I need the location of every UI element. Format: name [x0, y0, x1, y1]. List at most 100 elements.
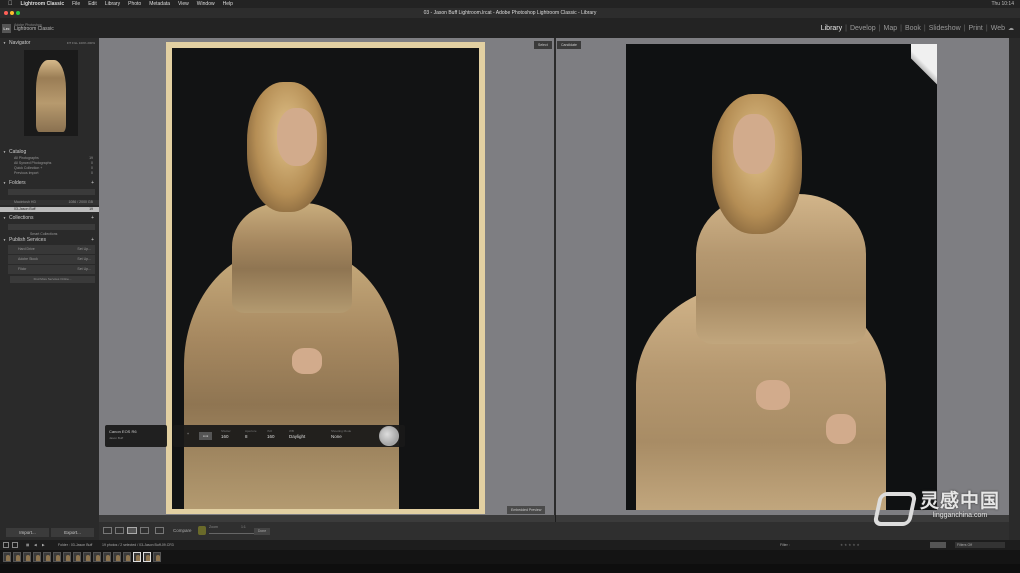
import-button[interactable]: Import... [6, 528, 49, 537]
navigator-preview[interactable] [24, 50, 78, 136]
window-titlebar: 03 - Jason Buff Lightroom.lrcat - Adobe … [0, 8, 1020, 18]
nav-zoom-fill[interactable]: FILL [72, 41, 78, 45]
module-print[interactable]: Print [968, 25, 982, 32]
add-publish-icon[interactable]: + [91, 237, 94, 244]
add-folder-icon[interactable]: + [91, 180, 94, 187]
rating-filter-stars[interactable]: ★★★★★ [840, 540, 861, 550]
filmstrip-thumb-selected[interactable] [143, 552, 151, 562]
filmstrip-thumb-selected[interactable] [133, 552, 141, 562]
camera-owner: Jason Buff [109, 436, 124, 440]
compare-toolbar: Compare Zoom 1:1 Done [99, 522, 1009, 540]
filmstrip-thumb[interactable] [3, 552, 11, 562]
filmstrip-thumb[interactable] [123, 552, 131, 562]
camera-model: Canon EOS R6 [109, 429, 137, 434]
filmstrip-thumb[interactable] [113, 552, 121, 562]
menu-help[interactable]: Help [223, 0, 233, 8]
candidate-photo[interactable] [626, 44, 937, 510]
zoom-slider[interactable] [209, 533, 255, 534]
minimize-window-button[interactable] [10, 11, 14, 15]
folders-title: Folders [9, 180, 26, 186]
compare-view-icon[interactable] [127, 527, 137, 534]
filmstrip-thumb[interactable] [93, 552, 101, 562]
site-watermark: 灵感中国 lingganchina.com [872, 490, 1000, 526]
menu-edit[interactable]: Edit [88, 0, 97, 8]
filmstrip-thumb[interactable] [83, 552, 91, 562]
module-book[interactable]: Book [905, 25, 921, 32]
status-folder[interactable]: Folder : 03-Jason Buff [58, 540, 92, 550]
plus-icon[interactable]: + [187, 432, 189, 436]
filmstrip-thumb[interactable] [13, 552, 21, 562]
module-map[interactable]: Map [883, 25, 897, 32]
add-collection-icon[interactable]: + [91, 215, 94, 222]
navigator-header[interactable]: Navigator FIT FILL 100% 200% [0, 40, 99, 47]
lock-icon[interactable] [198, 526, 206, 535]
camera-info-overlay[interactable]: Canon EOS R6 Jason Buff + Link Shutter 16… [105, 425, 405, 447]
loupe-view-icon[interactable] [115, 527, 124, 534]
nav-zoom-100[interactable]: 100% [79, 41, 87, 45]
filmstrip-thumb[interactable] [63, 552, 71, 562]
filmstrip-thumb[interactable] [23, 552, 31, 562]
back-arrow-icon[interactable]: ◀ [34, 540, 37, 550]
survey-view-icon[interactable] [140, 527, 149, 534]
nav-zoom-200[interactable]: 200% [87, 41, 95, 45]
filmstrip-thumb[interactable] [33, 552, 41, 562]
publish-title: Publish Services [9, 237, 46, 243]
menu-metadata[interactable]: Metadata [149, 0, 170, 8]
folder-filter-input[interactable] [8, 189, 95, 195]
menu-app-name[interactable]: Lightroom Classic [21, 0, 65, 8]
publish-item[interactable]: Flickr Set Up... [8, 265, 95, 274]
grid-view-icon[interactable] [103, 527, 112, 534]
forward-arrow-icon[interactable]: ▶ [42, 540, 45, 550]
menu-library[interactable]: Library [105, 0, 120, 8]
volume-row[interactable]: Macintosh HD 1086 / 2000 GB [0, 200, 99, 205]
hud-toggle-knob[interactable] [379, 426, 399, 446]
nav-zoom-fit[interactable]: FIT [67, 41, 71, 45]
menu-window[interactable]: Window [197, 0, 215, 8]
cloud-sync-icon[interactable]: ☁ [1008, 25, 1014, 32]
menu-file[interactable]: File [72, 0, 80, 8]
filmstrip-thumb[interactable] [103, 552, 111, 562]
catalog-item[interactable]: Previous Import 0 [0, 171, 99, 176]
collections-header[interactable]: Collections + [0, 215, 99, 222]
wb-field: WB Daylight [289, 429, 306, 439]
menubar-clock: Thu 10:14 [991, 1, 1014, 7]
watermark-url: lingganchina.com [932, 512, 988, 519]
filmstrip[interactable] [0, 550, 1020, 564]
catalog-header[interactable]: Catalog [0, 149, 99, 156]
filmstrip-thumb[interactable] [53, 552, 61, 562]
folder-row-selected[interactable]: 03-Jason Buff 19 [0, 207, 99, 212]
color-filter[interactable] [930, 542, 946, 548]
primary-window-icon[interactable] [3, 542, 9, 548]
collection-filter-input[interactable] [8, 224, 95, 230]
apple-icon[interactable]:  [8, 0, 13, 8]
zoom-window-button[interactable] [16, 11, 20, 15]
close-window-button[interactable] [4, 11, 8, 15]
filmstrip-thumb[interactable] [43, 552, 51, 562]
find-more-services-button[interactable]: Find More Services Online... [10, 276, 95, 283]
compare-divider [554, 38, 556, 515]
secondary-window-icon[interactable] [12, 542, 18, 548]
done-button[interactable]: Done [254, 528, 270, 535]
watermark-cn: 灵感中国 [919, 490, 1000, 512]
filmstrip-thumb[interactable] [73, 552, 81, 562]
module-develop[interactable]: Develop [850, 25, 876, 32]
select-label: Select [534, 41, 552, 49]
folders-header[interactable]: Folders + [0, 180, 99, 187]
export-button[interactable]: Export... [51, 528, 94, 537]
zoom-label: Zoom [209, 525, 218, 529]
module-slideshow[interactable]: Slideshow [929, 25, 961, 32]
people-view-icon[interactable] [155, 527, 164, 534]
filters-dropdown[interactable]: Filters Off [955, 542, 1005, 548]
module-library[interactable]: Library [821, 25, 842, 32]
publish-item[interactable]: Hard Drive Set Up... [8, 245, 95, 254]
right-panel-collapsed[interactable] [1009, 38, 1020, 540]
publish-item[interactable]: Adobe Stock Set Up... [8, 255, 95, 264]
module-web[interactable]: Web [991, 25, 1005, 32]
menu-view[interactable]: View [178, 0, 189, 8]
menu-photo[interactable]: Photo [128, 0, 141, 8]
grid-icon[interactable]: ▦ [26, 540, 29, 550]
link-button[interactable]: Link [199, 432, 212, 440]
publish-header[interactable]: Publish Services + [0, 237, 99, 244]
exposure-info-panel: + Link Shutter 160 Aperture 8 ISO 160 WB Day… [173, 425, 405, 447]
filmstrip-thumb[interactable] [153, 552, 161, 562]
